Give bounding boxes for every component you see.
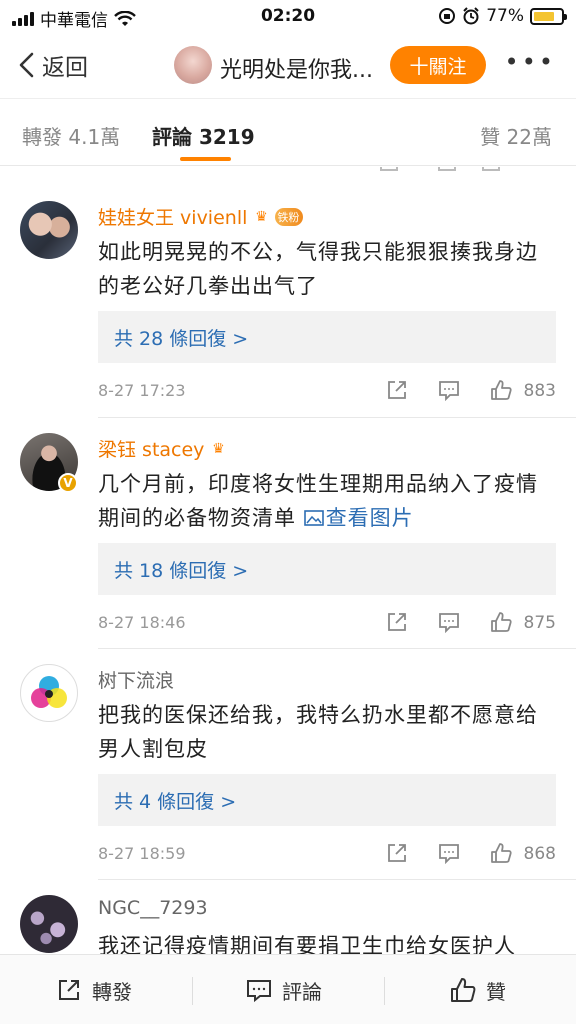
verified-badge-icon: V	[58, 473, 78, 493]
comment-icon[interactable]	[438, 611, 460, 633]
avatar[interactable]	[20, 201, 78, 259]
comment-icon[interactable]	[438, 842, 460, 864]
nav-bar: 返回 光明处是你我... 十關注 •••	[0, 34, 576, 98]
comment-text: 我还记得疫情期间有要捐卫生巾给女医护人	[98, 934, 516, 954]
fan-badge: 铁粉	[275, 207, 304, 226]
divider	[98, 417, 576, 418]
like-count: 868	[523, 844, 556, 864]
crown-icon: ♛	[212, 440, 225, 457]
share-icon[interactable]	[386, 379, 408, 401]
share-icon	[59, 980, 79, 1000]
comment-list[interactable]: 娃娃女王 vivienll ♛ 铁粉 如此明晃晃的不公，气得我只能狠狠揍我身边的…	[0, 167, 576, 954]
like-label: 贊	[486, 979, 506, 1004]
share-icon[interactable]	[386, 611, 408, 633]
share-icon[interactable]	[386, 842, 408, 864]
comment-text: 如此明晃晃的不公，气得我只能狠狠揍我身边的老公好几拳出出气了	[98, 240, 538, 298]
view-image-link[interactable]: 查看图片	[303, 506, 414, 530]
bottom-toolbar: 轉發 評論 贊	[0, 954, 576, 1024]
comment-time: 8-27 17:23	[98, 381, 186, 400]
author-avatar[interactable]	[174, 46, 212, 84]
username[interactable]: 娃娃女王 vivienll	[98, 203, 247, 230]
crown-icon: ♛	[255, 208, 268, 225]
repost-label: 轉發	[92, 979, 132, 1004]
comment-meta: 8-27 17:23 883	[98, 377, 558, 407]
comment-meta: 8-27 18:59 868	[98, 840, 558, 870]
like-count: 875	[523, 613, 556, 633]
repost-button[interactable]: 轉發	[56, 955, 132, 1024]
comment-time: 8-27 18:46	[98, 613, 186, 632]
back-label: 返回	[42, 55, 88, 81]
like-icon[interactable]	[490, 842, 512, 864]
alarm-icon	[463, 7, 479, 25]
tab-likes[interactable]: 贊 22萬	[480, 121, 552, 150]
divider	[192, 977, 193, 1005]
comment-label: 評論	[282, 979, 322, 1004]
username[interactable]: 梁钰 stacey	[98, 435, 204, 462]
tab-reposts[interactable]: 轉發 4.1萬	[22, 121, 120, 150]
username[interactable]: 树下流浪	[98, 666, 174, 693]
orientation-lock-icon	[439, 8, 456, 24]
battery-percent: 77%	[486, 6, 524, 26]
divider	[98, 648, 576, 649]
username[interactable]: NGC__7293	[98, 897, 208, 919]
tab-comments[interactable]: 評論 3219	[152, 121, 255, 150]
divider	[98, 879, 576, 880]
comment-text: 几个月前，印度将女性生理期用品纳入了疫情期间的必备物资清单 查看图片	[98, 472, 538, 530]
chevron-left-icon	[19, 52, 34, 78]
like-icon	[451, 978, 476, 1002]
avatar[interactable]	[20, 895, 78, 953]
like-count: 883	[523, 381, 556, 401]
follow-button[interactable]: 十關注	[390, 46, 486, 84]
cmyk-logo-icon	[31, 676, 67, 708]
previous-comment-actions	[98, 167, 558, 173]
comment-button[interactable]: 評論	[246, 955, 322, 1024]
replies-link[interactable]: 共 18 條回復 >	[98, 543, 556, 595]
more-icon[interactable]: •••	[505, 48, 556, 76]
avatar[interactable]	[20, 664, 78, 722]
comment-time: 8-27 18:59	[98, 844, 186, 863]
status-bar: 中華電信 02:20 77%	[0, 0, 576, 34]
divider	[384, 977, 385, 1005]
like-icon[interactable]	[490, 379, 512, 401]
replies-link[interactable]: 共 28 條回復 >	[98, 311, 556, 363]
replies-link[interactable]: 共 4 條回復 >	[98, 774, 556, 826]
image-icon	[303, 510, 324, 526]
comment-icon	[247, 980, 271, 1003]
back-button[interactable]: 返回	[16, 48, 88, 82]
tab-bar: 轉發 4.1萬 評論 3219 贊 22萬	[0, 98, 576, 166]
active-tab-indicator	[180, 157, 231, 161]
battery-icon	[530, 7, 567, 25]
page-title[interactable]: 光明处是你我...	[220, 52, 385, 84]
like-button[interactable]: 贊	[450, 955, 506, 1024]
comment-meta: 8-27 18:46 875	[98, 609, 558, 639]
comment-icon[interactable]	[438, 379, 460, 401]
comment-text: 把我的医保还给我，我特么扔水里都不愿意给男人割包皮	[98, 703, 538, 761]
like-icon[interactable]	[490, 611, 512, 633]
